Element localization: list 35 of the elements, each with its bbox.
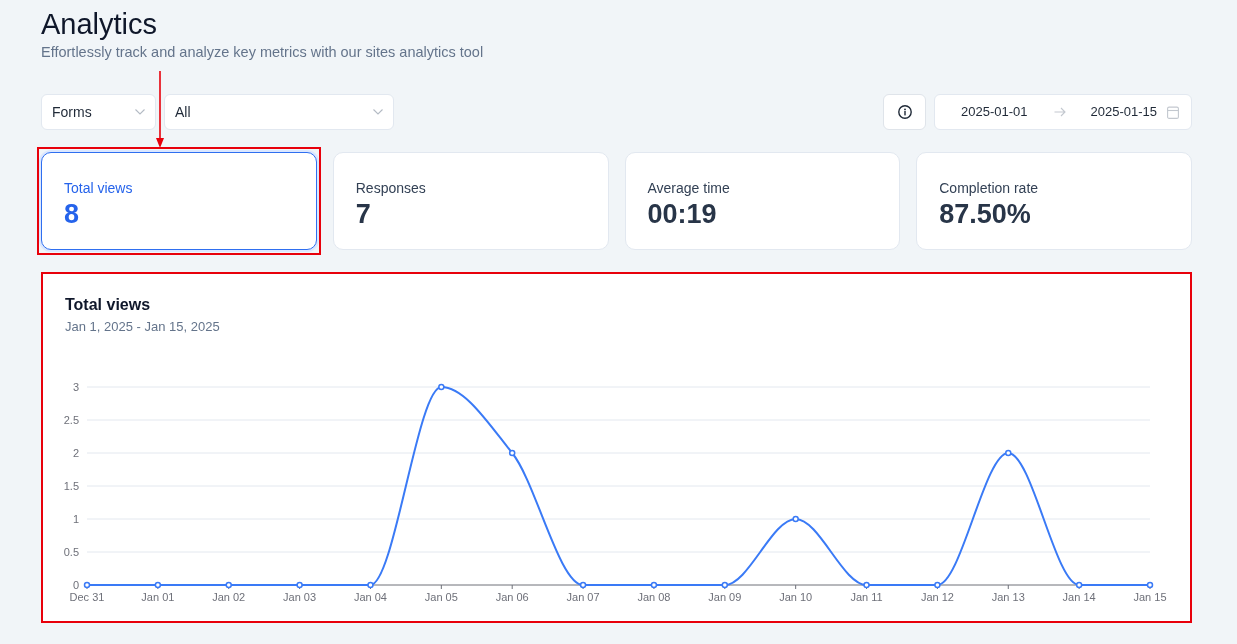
axis-label: Jan 14 xyxy=(1062,591,1096,603)
axis-label: 0 xyxy=(72,579,79,591)
metric-value: 8 xyxy=(64,198,81,230)
axis-label: Jan 13 xyxy=(991,591,1025,603)
metric-label: Completion rate xyxy=(939,179,1040,197)
axis-label: Jan 07 xyxy=(566,591,600,603)
page-subtitle: Effortlessly track and analyze key metrics with our sites analytics tool xyxy=(41,43,485,61)
axis-label: 1 xyxy=(72,513,79,525)
axis-label: Dec 31 xyxy=(69,591,105,603)
metric-value: 87.50% xyxy=(939,198,1032,230)
page-title: Analytics xyxy=(41,8,159,40)
axis-label: Jan 08 xyxy=(637,591,671,603)
axis-label: Jan 05 xyxy=(424,591,458,603)
metric-label: Total views xyxy=(64,179,134,197)
axis-label: Jan 09 xyxy=(708,591,742,603)
axis-label: Jan 02 xyxy=(212,591,246,603)
metric-label: Average time xyxy=(647,179,731,197)
axis-label: 2 xyxy=(72,447,79,459)
axis-label: 0.5 xyxy=(63,546,79,558)
chart-title: Total views xyxy=(65,295,152,315)
axis-label: Jan 01 xyxy=(141,591,175,603)
axis-label: Jan 11 xyxy=(850,591,883,603)
axis-label: 3 xyxy=(72,381,79,393)
axis-label: 2.5 xyxy=(63,414,79,426)
axis-label: Jan 04 xyxy=(353,591,387,603)
metric-label: Responses xyxy=(355,179,427,197)
axis-label: Jan 15 xyxy=(1133,591,1167,603)
metric-value: 00:19 xyxy=(647,198,718,230)
axis-label: Jan 06 xyxy=(495,591,529,603)
axis-label: 1.5 xyxy=(63,480,79,492)
axis-label: Jan 12 xyxy=(920,591,954,603)
metric-value: 7 xyxy=(355,198,372,230)
axis-label: Jan 10 xyxy=(779,591,813,603)
chart-subtitle: Jan 1, 2025 - Jan 15, 2025 xyxy=(65,318,221,336)
axis-label: Jan 03 xyxy=(283,591,317,603)
